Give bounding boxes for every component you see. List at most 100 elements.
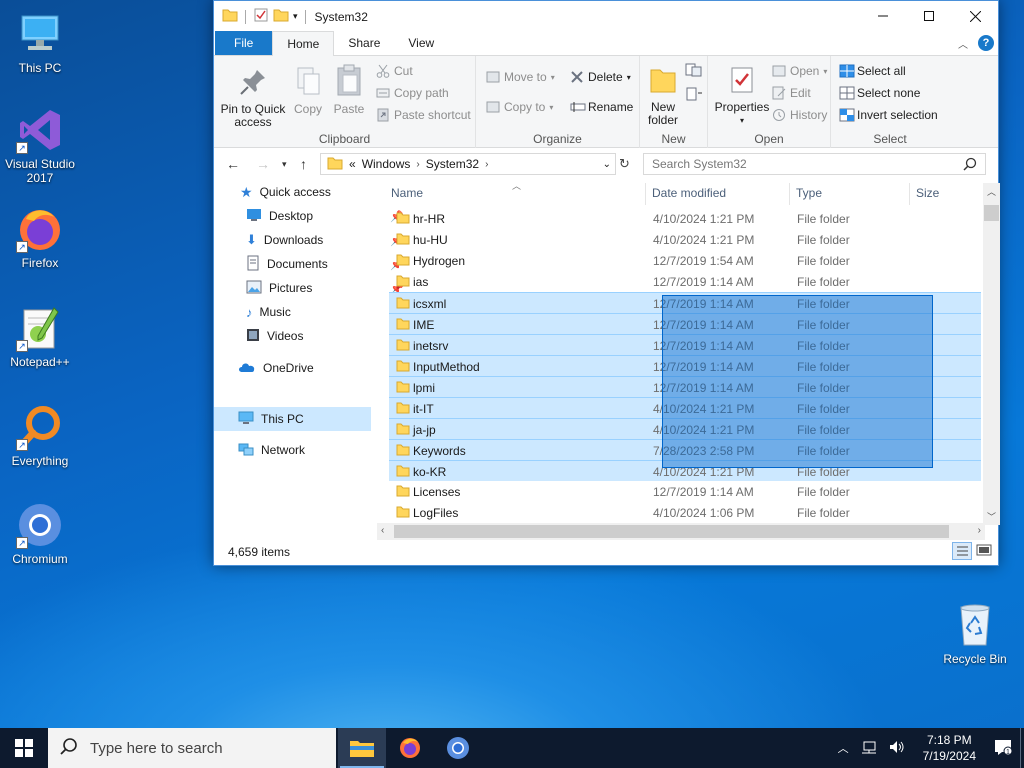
scrollbar-thumb[interactable]	[984, 205, 999, 221]
desktop-icon-firefox[interactable]: ↗ Firefox	[0, 205, 80, 270]
easy-access-icon[interactable]	[684, 86, 704, 102]
paste-shortcut-button[interactable]: Paste shortcut	[376, 108, 471, 122]
nav-item-documents[interactable]: Documents 📌	[246, 253, 404, 275]
large-icons-view-icon[interactable]	[976, 543, 992, 560]
edit-button[interactable]: Edit	[772, 86, 811, 100]
close-button[interactable]	[952, 1, 998, 31]
forward-arrow-icon[interactable]: →	[256, 156, 270, 172]
tab-share[interactable]: Share	[334, 31, 394, 55]
folder-icon	[396, 297, 410, 312]
new-item-icon[interactable]	[684, 62, 704, 78]
star-icon: ★	[240, 183, 253, 200]
minimize-button[interactable]	[860, 1, 906, 31]
copy-button[interactable]: Copy	[290, 66, 326, 116]
search-input[interactable]: Search System32	[643, 153, 986, 175]
new-folder-qat-icon[interactable]	[273, 7, 289, 26]
open-group-label: Open	[754, 132, 784, 146]
select-all-icon	[839, 64, 855, 78]
desktop-icon-recycle-bin[interactable]: Recycle Bin	[935, 601, 1015, 666]
notifications-icon[interactable]: 1	[988, 739, 1024, 758]
file-row[interactable]: LogFiles 4/10/2024 1:06 PM File folder	[389, 502, 981, 523]
file-row[interactable]: Hydrogen 12/7/2019 1:54 AM File folder	[389, 250, 981, 271]
nav-item-this-pc[interactable]: This PC	[214, 407, 371, 431]
breadcrumb-overflow[interactable]: «	[349, 157, 356, 171]
copy-to-button[interactable]: Copy to ▾	[486, 100, 553, 114]
chevron-right-icon[interactable]: ›	[416, 159, 419, 170]
file-list: ︿ Name Date modified Type Size hr-HR 4/10…	[386, 179, 1000, 537]
file-row[interactable]: hu-HU 4/10/2024 1:21 PM File folder	[389, 229, 981, 250]
column-header-size[interactable]: Size	[916, 186, 939, 204]
file-row[interactable]: ias 12/7/2019 1:14 AM File folder	[389, 271, 981, 292]
properties-button[interactable]: Properties ▾	[714, 66, 770, 127]
network-icon[interactable]	[855, 740, 883, 757]
new-folder-button[interactable]: New folder	[644, 64, 682, 127]
nav-label: Desktop	[269, 209, 314, 223]
delete-button[interactable]: Delete ▾	[570, 70, 631, 84]
nav-item-music[interactable]: ♪ Music	[246, 301, 291, 323]
nav-item-desktop[interactable]: Desktop 📌	[246, 205, 404, 227]
taskbar-file-explorer[interactable]	[338, 728, 386, 768]
maximize-button[interactable]	[906, 1, 952, 31]
volume-icon[interactable]	[883, 740, 911, 757]
pin-quick-access-button[interactable]: Pin to Quick access	[218, 68, 288, 129]
breadcrumb-system32[interactable]: System32	[426, 157, 479, 171]
scroll-left-icon[interactable]: ‹	[381, 525, 384, 536]
select-none-button[interactable]: Select none	[839, 86, 920, 100]
start-button[interactable]	[0, 728, 48, 768]
scroll-up-icon[interactable]: ︿	[987, 185, 996, 198]
tab-view[interactable]: View	[394, 31, 448, 55]
vertical-scrollbar[interactable]: ︿ ﹀	[983, 183, 1000, 525]
details-view-icon[interactable]	[952, 542, 972, 560]
show-desktop-button[interactable]	[1020, 728, 1024, 768]
desktop-icon-notepad-plus-plus[interactable]: ↗ Notepad++	[0, 304, 80, 369]
nav-item-downloads[interactable]: ⬇ Downloads 📌	[246, 229, 404, 251]
file-row[interactable]: hr-HR 4/10/2024 1:21 PM File folder	[389, 208, 981, 229]
back-arrow-icon[interactable]: ←	[226, 156, 240, 172]
desktop-icon-visual-studio[interactable]: ↗ Visual Studio 2017	[0, 106, 80, 185]
invert-selection-button[interactable]: Invert selection	[839, 108, 938, 122]
help-icon[interactable]: ?	[978, 35, 994, 51]
properties-check-icon[interactable]	[253, 7, 269, 26]
taskbar-firefox[interactable]	[386, 728, 434, 768]
recent-locations-chevron-icon[interactable]: ▾	[282, 159, 287, 170]
file-name: Hydrogen	[413, 254, 466, 268]
chevron-right-icon[interactable]: ›	[485, 159, 488, 170]
paste-button[interactable]: Paste	[330, 64, 368, 116]
collapse-ribbon-icon[interactable]: ︿	[958, 36, 968, 51]
up-arrow-icon[interactable]: ↑	[300, 156, 307, 172]
desktop-icon-chromium[interactable]: ↗ Chromium	[0, 501, 80, 566]
copy-path-button[interactable]: Copy path	[376, 86, 449, 100]
scroll-right-icon[interactable]: ›	[978, 525, 981, 536]
show-hidden-icons-icon[interactable]: ︿	[832, 740, 855, 756]
tab-home[interactable]: Home	[272, 31, 335, 56]
breadcrumb-windows[interactable]: Windows	[362, 157, 411, 171]
address-field[interactable]: « Windows › System32 › ⌄	[320, 153, 616, 175]
move-to-button[interactable]: Move to ▾	[486, 70, 555, 84]
address-dropdown-icon[interactable]: ⌄	[603, 159, 611, 170]
open-button[interactable]: Open ▾	[772, 64, 827, 78]
desktop-icon-everything[interactable]: ↗ Everything	[0, 403, 80, 468]
file-name: hu-HU	[413, 233, 448, 247]
nav-item-network[interactable]: Network	[238, 439, 305, 461]
taskbar-chromium[interactable]	[434, 728, 482, 768]
history-button[interactable]: History	[772, 108, 827, 122]
file-row[interactable]: Licenses 12/7/2019 1:14 AM File folder	[389, 481, 981, 502]
nav-item-pictures[interactable]: Pictures 📌	[246, 277, 404, 299]
cut-button[interactable]: Cut	[376, 64, 413, 78]
column-header-date[interactable]: Date modified	[652, 186, 726, 204]
desktop-icon-this-pc[interactable]: This PC	[0, 10, 80, 75]
nav-item-videos[interactable]: Videos	[246, 325, 303, 347]
nav-item-quick-access[interactable]: ★ Quick access	[240, 181, 331, 203]
select-all-button[interactable]: Select all	[839, 64, 906, 78]
scroll-down-icon[interactable]: ﹀	[987, 510, 996, 523]
customize-qat-icon[interactable]: ▾	[293, 11, 298, 22]
column-header-type[interactable]: Type	[796, 186, 822, 204]
nav-item-onedrive[interactable]: OneDrive	[238, 357, 314, 379]
taskbar-search-box[interactable]: Type here to search	[48, 728, 336, 768]
tab-file[interactable]: File	[215, 31, 273, 55]
rename-button[interactable]: Rename	[570, 100, 633, 114]
refresh-icon[interactable]: ↻	[619, 156, 630, 172]
paste-shortcut-icon	[376, 108, 390, 122]
clock[interactable]: 7:18 PM 7/19/2024	[911, 732, 988, 764]
column-header-name[interactable]: Name	[391, 186, 423, 204]
